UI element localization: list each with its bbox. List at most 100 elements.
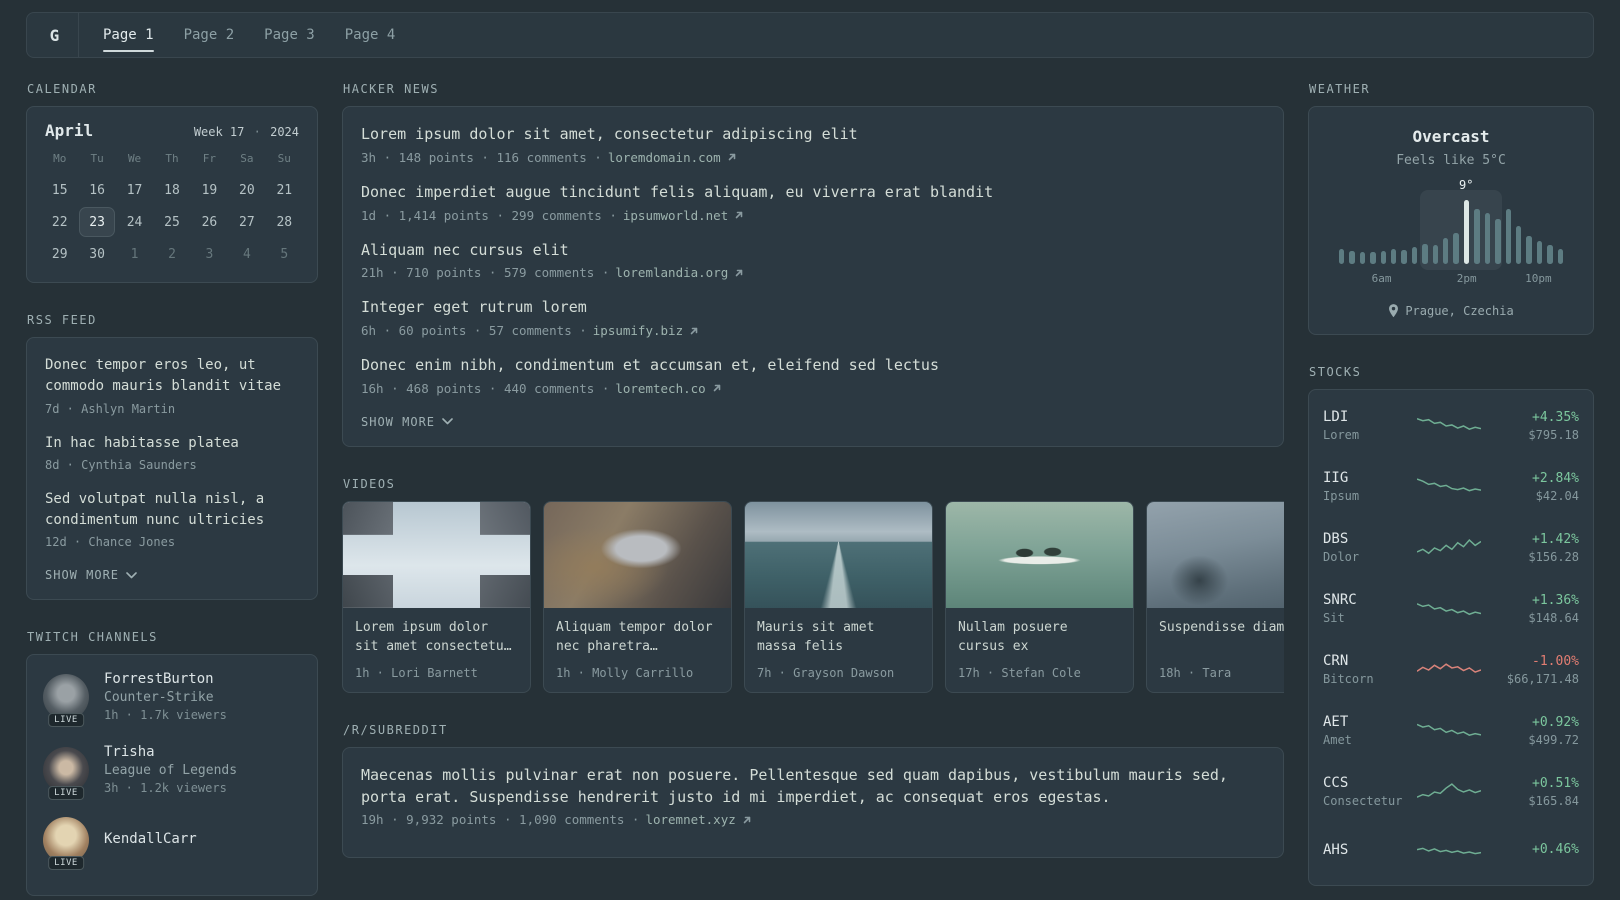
video-card[interactable]: Mauris sit amet massa felis 7h · Grayson… [744, 500, 933, 693]
hn-item-title[interactable]: Donec enim nibh, condimentum et accumsan… [361, 355, 1265, 377]
stock-ticker: CRN [1323, 653, 1349, 669]
video-meta: 1h · Lori Barnett [355, 665, 478, 680]
stock-id: SNRC Sit [1323, 592, 1407, 625]
hn-item-title[interactable]: Donec imperdiet augue tincidunt felis al… [361, 182, 1265, 204]
hn-item-domain[interactable]: ipsumify.biz [593, 323, 683, 338]
rss-item-title[interactable]: Sed volutpat nulla nisl, a condimentum n… [45, 489, 299, 532]
stock-row: CRN Bitcorn -1.00% $66,171.48 [1309, 639, 1593, 700]
stock-row: DBS Dolor +1.42% $156.28 [1309, 517, 1593, 578]
rss-card: Donec tempor eros leo, ut commodo mauris… [26, 337, 318, 601]
hn-item-domain[interactable]: loremlandia.org [615, 265, 728, 280]
rss-item-title[interactable]: Donec tempor eros leo, ut commodo mauris… [45, 355, 299, 398]
stock-numbers: +1.42% $156.28 [1491, 532, 1579, 564]
hn-item-title[interactable]: Lorem ipsum dolor sit amet, consectetur … [361, 124, 1265, 146]
reddit-post-meta: 19h · 9,932 points · 1,090 comments · lo… [361, 812, 1265, 827]
live-badge: LIVE [48, 856, 84, 871]
stock-change: +0.46% [1532, 842, 1579, 857]
tab-page-4[interactable]: Page 4 [345, 13, 396, 57]
stock-row: IIG Ipsum +2.84% $42.04 [1309, 456, 1593, 517]
stock-id: AET Amet [1323, 714, 1407, 747]
stock-price: $148.64 [1528, 610, 1579, 625]
reddit-post-title[interactable]: Maecenas mollis pulvinar erat non posuer… [361, 765, 1265, 809]
weather-bar [1411, 247, 1418, 264]
calendar-top-row: April Week 17 · 2024 [41, 121, 303, 140]
weather-bar [1359, 252, 1366, 264]
hn-item-domain[interactable]: ipsumworld.net [623, 208, 728, 223]
video-card[interactable]: Aliquam tempor dolor nec pharetra… 1h · … [543, 500, 732, 693]
stock-change: +1.36% [1532, 592, 1579, 608]
weather-bar [1453, 233, 1459, 264]
channel-name: ForrestBurton [104, 671, 214, 688]
channel-info: ForrestBurton Counter-Strike 1h · 1.7k v… [104, 671, 227, 722]
stock-id: DBS Dolor [1323, 531, 1407, 564]
weather-bar [1495, 219, 1501, 264]
stock-name: Consectetur [1323, 794, 1403, 808]
video-card[interactable]: Nullam posuere cursus ex 17h · Stefan Co… [945, 500, 1134, 693]
tab-page-1[interactable]: Page 1 [103, 13, 154, 57]
calendar-weekday-row: Mo Tu We Th Fr Sa Su [41, 152, 303, 174]
hn-item-domain[interactable]: loremdomain.com [608, 150, 721, 165]
video-thumbnail [544, 501, 731, 608]
rss-item-meta: 8d · Cynthia Saunders [45, 457, 197, 472]
video-card[interactable]: Lorem ipsum dolor sit amet consectetu… 1… [342, 500, 531, 693]
hn-item-title[interactable]: Integer eget rutrum lorem [361, 297, 1265, 319]
video-meta: 18h · Tara [1159, 665, 1232, 680]
stock-id: CRN Bitcorn [1323, 653, 1407, 686]
tab-page-2[interactable]: Page 2 [184, 13, 235, 57]
calendar-month: April [45, 121, 94, 140]
channel-meta: 1h · 1.7k viewers [104, 708, 227, 723]
channel-name: Trisha [104, 744, 155, 761]
videos-row: Lorem ipsum dolor sit amet consectetu… 1… [342, 500, 1284, 693]
avatar: LIVE [43, 673, 89, 727]
app-logo[interactable]: G [31, 13, 79, 57]
hn-item-meta: 21h · 710 points · 579 comments · loreml… [361, 265, 1265, 280]
hn-item-stats: 6h · 60 points · 57 comments · [361, 323, 587, 338]
rss-show-more-button[interactable]: SHOW MORE [45, 568, 137, 582]
show-more-label: SHOW MORE [45, 568, 120, 583]
hn-item-stats: 1d · 1,414 points · 299 comments · [361, 207, 617, 223]
hn-item-title[interactable]: Aliquam nec cursus elit [361, 240, 1265, 262]
hn-item-meta: 16h · 468 points · 440 comments · loremt… [361, 381, 1265, 396]
chevron-down-icon [126, 572, 137, 579]
calendar-week-number: Week 17 [193, 125, 245, 139]
hackernews-card: Lorem ipsum dolor sit amet, consectetur … [342, 106, 1284, 447]
subreddit-card: Maecenas mollis pulvinar erat non posuer… [342, 746, 1284, 859]
calendar-day: 21 [276, 182, 293, 198]
stock-name: Lorem [1323, 428, 1360, 442]
stock-sparkline [1417, 411, 1481, 441]
stock-sparkline [1417, 777, 1481, 807]
twitch-channel[interactable]: LIVE ForrestBurton Counter-Strike 1h · 1… [43, 671, 301, 727]
avatar: LIVE [43, 746, 89, 800]
hn-show-more-button[interactable]: SHOW MORE [361, 415, 453, 429]
rss-item-meta: 12d · Chance Jones [45, 535, 176, 550]
video-card[interactable]: Suspendisse diam 18h · Tara [1146, 500, 1284, 693]
external-link-icon [735, 269, 743, 277]
show-more-label: SHOW MORE [361, 414, 436, 429]
calendar-day: 17 [126, 182, 143, 198]
hn-item-domain[interactable]: loremtech.co [615, 381, 705, 396]
stock-row: AET Amet +0.92% $499.72 [1309, 700, 1593, 761]
weather-bar [1422, 243, 1428, 264]
stock-row: LDI Lorem +4.35% $795.18 [1309, 395, 1593, 456]
live-badge: LIVE [48, 712, 84, 727]
twitch-channel[interactable]: LIVE KendallCarr [43, 817, 301, 871]
channel-game: Counter-Strike [104, 690, 214, 706]
weekday-label: Mo [53, 152, 67, 165]
weather-bar [1339, 248, 1345, 264]
stock-ticker: DBS [1323, 531, 1349, 547]
weather-bar [1484, 212, 1491, 264]
rss-item-title[interactable]: In hac habitasse platea [45, 433, 299, 454]
weather-bar [1349, 251, 1355, 264]
weather-location[interactable]: Prague, Czechia [1325, 304, 1577, 318]
hn-item: Donec imperdiet augue tincidunt felis al… [361, 182, 1265, 223]
weather-bar [1515, 225, 1522, 264]
reddit-post: Maecenas mollis pulvinar erat non posuer… [361, 765, 1265, 828]
twitch-channel[interactable]: LIVE Trisha League of Legends 3h · 1.2k … [43, 744, 301, 800]
hn-item-stats: 21h · 710 points · 579 comments · [361, 265, 610, 281]
weather-chart: 9° [1339, 178, 1563, 270]
tab-page-3[interactable]: Page 3 [264, 13, 315, 57]
stock-name: Bitcorn [1323, 672, 1374, 686]
reddit-post-domain[interactable]: loremnet.xyz [645, 812, 735, 827]
calendar-day: 2 [168, 246, 176, 262]
calendar-day: 5 [280, 246, 289, 262]
